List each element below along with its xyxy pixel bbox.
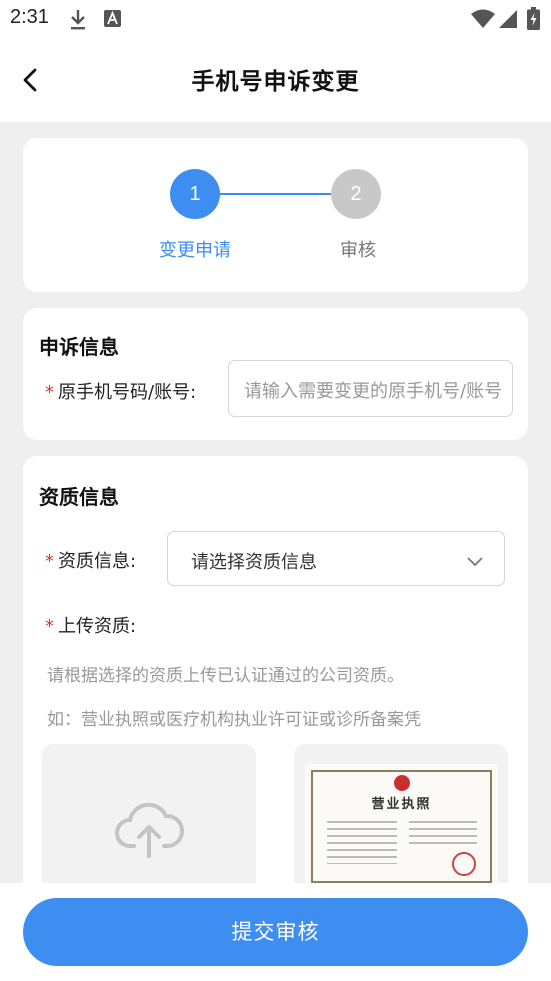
upload-label: * 上传资质: xyxy=(45,616,137,637)
sample-license-image: 营业执照 xyxy=(294,744,508,904)
required-mark: * xyxy=(45,616,54,637)
step-1-label: 变更申请 xyxy=(159,240,231,261)
original-phone-label: * 原手机号码/账号: xyxy=(45,382,197,403)
appeal-section-title: 申诉信息 xyxy=(39,335,119,359)
battery-charging-icon xyxy=(527,7,540,34)
required-mark: * xyxy=(45,551,54,572)
required-mark: * xyxy=(45,382,54,403)
submit-review-button[interactable]: 提交审核 xyxy=(23,898,528,966)
license-text-lines-right xyxy=(409,816,477,846)
qualification-type-label: * 资质信息: xyxy=(45,551,137,572)
appeal-info-card: 申诉信息 * 原手机号码/账号: 请输入需要变更的原手机号/账号 xyxy=(23,308,528,440)
status-time: 2:31 xyxy=(10,6,49,28)
step-1-circle: 1 xyxy=(170,169,220,219)
upload-hint-1: 请根据选择的资质上传已认证通过的公司资质。 xyxy=(47,666,404,686)
license-paper: 营业执照 xyxy=(305,764,498,889)
qualification-card: 资质信息 * 资质信息: 请选择资质信息 * 上传资质: 请根据选择的资质上传已认证… xyxy=(23,456,528,916)
signal-icon xyxy=(498,9,518,33)
seal-icon xyxy=(452,852,476,876)
qualification-section-title: 资质信息 xyxy=(39,485,119,509)
upload-hint-2: 如：营业执照或医疗机构执业许可证或诊所备案凭 xyxy=(47,710,421,730)
top-navigation: 手机号申诉变更 xyxy=(0,40,551,122)
text-a-icon xyxy=(104,10,121,31)
qualification-type-select[interactable]: 请选择资质信息 xyxy=(167,531,505,586)
stepper-card: 1 2 变更申请 审核 xyxy=(23,138,528,292)
original-phone-input[interactable]: 请输入需要变更的原手机号/账号 xyxy=(228,360,513,417)
cloud-upload-icon xyxy=(114,802,185,862)
license-text-lines xyxy=(327,816,397,864)
license-title: 营业执照 xyxy=(371,797,432,812)
download-icon xyxy=(69,9,87,35)
emblem-icon xyxy=(394,775,410,791)
status-bar: 2:31 xyxy=(0,0,551,40)
upload-button[interactable] xyxy=(42,744,256,904)
page-title: 手机号申诉变更 xyxy=(191,69,360,95)
footer-bar: 提交审核 xyxy=(0,883,551,981)
step-2-label: 审核 xyxy=(340,240,376,261)
wifi-icon xyxy=(471,9,495,33)
step-2-circle: 2 xyxy=(331,169,381,219)
chevron-down-icon xyxy=(466,552,484,573)
